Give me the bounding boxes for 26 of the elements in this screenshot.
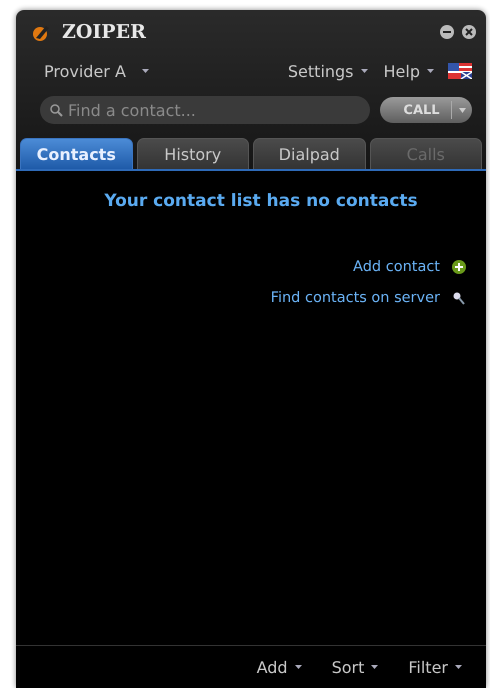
- menu-item[interactable]: Filter: [400, 658, 470, 676]
- caret-icon: [371, 665, 378, 669]
- caret-icon: [455, 665, 462, 669]
- magnifier-icon: [452, 290, 466, 304]
- tab[interactable]: Dialpad: [253, 138, 366, 169]
- caret-icon: [427, 69, 434, 73]
- window-title: ZOIPER: [62, 21, 147, 43]
- flag-icon[interactable]: [448, 63, 472, 79]
- action-link[interactable]: Add contact: [353, 258, 440, 274]
- menu-item[interactable]: Add: [248, 658, 310, 676]
- menu-item[interactable]: Settings: [280, 62, 376, 80]
- tab[interactable]: History: [136, 138, 249, 169]
- action-link[interactable]: Find contacts on server: [270, 290, 440, 306]
- caret-icon: [142, 69, 149, 73]
- menu-item[interactable]: Provider A: [36, 62, 157, 80]
- menu-item[interactable]: Help: [376, 62, 442, 80]
- minimize-icon[interactable]: [440, 25, 454, 39]
- plus-icon: [452, 260, 466, 274]
- empty-message: Your contact list has no contacts: [103, 191, 419, 211]
- caret-icon: [360, 69, 368, 73]
- search-field[interactable]: Find a contact...: [40, 96, 370, 124]
- tab[interactable]: Contacts: [20, 138, 132, 169]
- caret-icon: [294, 665, 302, 669]
- caret-icon: [458, 108, 466, 112]
- close-icon[interactable]: [462, 25, 476, 39]
- menu-item[interactable]: Sort: [324, 658, 386, 676]
